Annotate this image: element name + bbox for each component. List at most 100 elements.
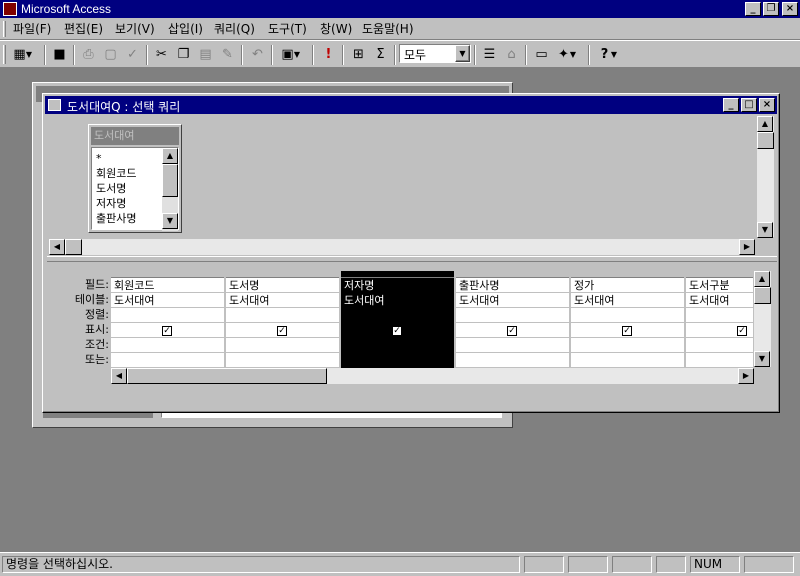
pane-splitter[interactable] [47,256,777,262]
scroll-down-icon[interactable]: ▼ [754,351,770,367]
grid-cell-or[interactable] [226,354,339,368]
menu-query[interactable]: 쿼리(Q) [214,21,255,37]
spelling-icon[interactable]: ✓ [122,45,143,65]
field-item[interactable]: 저자명 [96,196,126,211]
grid-cell-criteria[interactable] [456,339,569,353]
grid-column[interactable]: 출판사명 도서대여 ✓ [456,271,570,368]
grid-cell-or[interactable] [341,354,454,368]
scroll-thumb[interactable] [162,164,178,197]
grid-cell-sort[interactable] [226,309,339,323]
column-selector[interactable] [226,271,339,278]
scroll-right-icon[interactable]: ▶ [739,239,755,255]
menu-insert[interactable]: 삽입(I) [168,21,203,37]
query-icon[interactable] [48,99,61,111]
field-item[interactable]: 도서명 [96,181,126,196]
scroll-left-icon[interactable]: ◀ [111,368,127,384]
scroll-right-icon[interactable]: ▶ [738,368,754,384]
minimize-button[interactable]: _ [745,2,761,16]
grid-cell-sort[interactable] [456,309,569,323]
undo-icon[interactable]: ↶ [247,45,268,65]
run-icon[interactable]: ! [318,45,339,65]
grid-cell-sort[interactable] [111,309,224,323]
help-icon[interactable]: ? ▼ [594,45,617,65]
grid-cell-sort[interactable] [341,309,454,323]
field-list-scrollbar[interactable]: ▲ ▼ [162,148,178,231]
grid-cell-criteria[interactable] [111,339,224,353]
chevron-down-icon[interactable]: ▼ [455,45,470,62]
query-window-title-bar[interactable]: 도서대여Q : 선택 쿼리 _ □ × [45,96,777,114]
scroll-down-icon[interactable]: ▼ [757,222,773,238]
grid-cell-table[interactable]: 도서대여 [456,294,569,308]
cut-icon[interactable]: ✂ [151,45,172,65]
column-selector[interactable] [686,271,753,278]
grid-cell-table[interactable]: 도서대여 [226,294,339,308]
menu-edit[interactable]: 편집(E) [64,21,103,37]
top-values-dropdown[interactable]: 모두 ▼ [399,44,471,63]
scroll-thumb[interactable] [754,287,771,304]
grid-cell-sort[interactable] [571,309,684,323]
query-design-window[interactable]: 도서대여Q : 선택 쿼리 _ □ × 도서대여 * 회원코드 도서명 저자명 … [42,93,780,413]
database-window-icon[interactable]: ▭ [531,45,552,65]
scroll-up-icon[interactable]: ▲ [754,271,770,287]
menu-view[interactable]: 보기(V) [115,21,155,37]
show-checkbox[interactable]: ✓ [277,326,287,336]
grid-cell-table[interactable]: 도서대여 [341,294,454,308]
grid-cell-criteria[interactable] [341,339,454,353]
grid-cell-field[interactable]: 저자명 [341,279,454,293]
query-minimize-button[interactable]: _ [723,98,739,112]
properties-icon[interactable]: ☰ [479,45,500,65]
scroll-up-icon[interactable]: ▲ [757,116,773,132]
field-item[interactable]: 출판사명 [96,211,136,226]
grid-cell-table[interactable]: 도서대여 [111,294,224,308]
grid-column[interactable]: 정가 도서대여 ✓ [571,271,685,368]
save-icon[interactable]: ■ [49,45,70,65]
new-object-icon[interactable]: ✦ ▼ [553,45,576,65]
build-icon[interactable]: ⌂ [501,45,522,65]
access-key-icon[interactable] [3,2,17,16]
scroll-up-icon[interactable]: ▲ [162,148,178,164]
menu-help[interactable]: 도움말(H) [362,21,414,37]
print-icon[interactable]: ⎙ [78,45,99,65]
grid-cell-or[interactable] [111,354,224,368]
scroll-thumb[interactable] [757,132,774,149]
column-selector[interactable] [456,271,569,278]
toolbar-grip[interactable] [3,45,6,64]
restore-button[interactable]: ❐ [763,2,779,16]
design-grid[interactable]: 필드: 테이블: 정렬: 표시: 조건: 또는: 회원코드 도서대여 ✓ 도서명… [47,268,773,385]
column-selector[interactable] [341,271,454,278]
view-icon[interactable]: ▦ ▼ [9,45,32,65]
menu-grip[interactable] [3,21,6,37]
show-table-icon[interactable]: ⊞ [348,45,369,65]
grid-cell-sort[interactable] [686,309,753,323]
print-preview-icon[interactable]: ▢ [100,45,121,65]
paste-icon[interactable]: ▤ [195,45,216,65]
scroll-thumb[interactable] [65,239,82,255]
grid-cell-field[interactable]: 도서명 [226,279,339,293]
grid-column-selected[interactable]: 저자명 도서대여 ✓ [341,271,455,368]
show-checkbox[interactable]: ✓ [507,326,517,336]
totals-icon[interactable]: Σ [370,45,391,65]
grid-cell-or[interactable] [456,354,569,368]
grid-cell-or[interactable] [571,354,684,368]
grid-column[interactable]: 회원코드 도서대여 ✓ [111,271,225,368]
close-button[interactable]: × [782,2,798,16]
show-checkbox[interactable]: ✓ [737,326,747,336]
grid-cell-table[interactable]: 도서대여 [686,294,753,308]
table-pane[interactable]: 도서대여 * 회원코드 도서명 저자명 출판사명 ▲ ▼ ▲ ▼ ◀ ▶ [47,116,777,256]
grid-cell-field[interactable]: 출판사명 [456,279,569,293]
grid-cell-table[interactable]: 도서대여 [571,294,684,308]
field-list[interactable]: * 회원코드 도서명 저자명 출판사명 ▲ ▼ [91,147,179,231]
format-painter-icon[interactable]: ✎ [217,45,238,65]
grid-cell-criteria[interactable] [226,339,339,353]
scroll-down-icon[interactable]: ▼ [162,213,178,229]
menu-window[interactable]: 창(W) [320,21,352,37]
query-type-icon[interactable]: ▣ ▼ [277,45,300,65]
grid-cell-criteria[interactable] [571,339,684,353]
table-pane-hscroll[interactable] [49,239,755,255]
menu-tools[interactable]: 도구(T) [268,21,307,37]
table-field-list-window[interactable]: 도서대여 * 회원코드 도서명 저자명 출판사명 ▲ ▼ [88,124,182,233]
grid-cell-field[interactable]: 도서구분 [686,279,753,293]
show-checkbox[interactable]: ✓ [162,326,172,336]
show-checkbox[interactable]: ✓ [392,326,402,336]
query-maximize-button[interactable]: □ [741,98,757,112]
